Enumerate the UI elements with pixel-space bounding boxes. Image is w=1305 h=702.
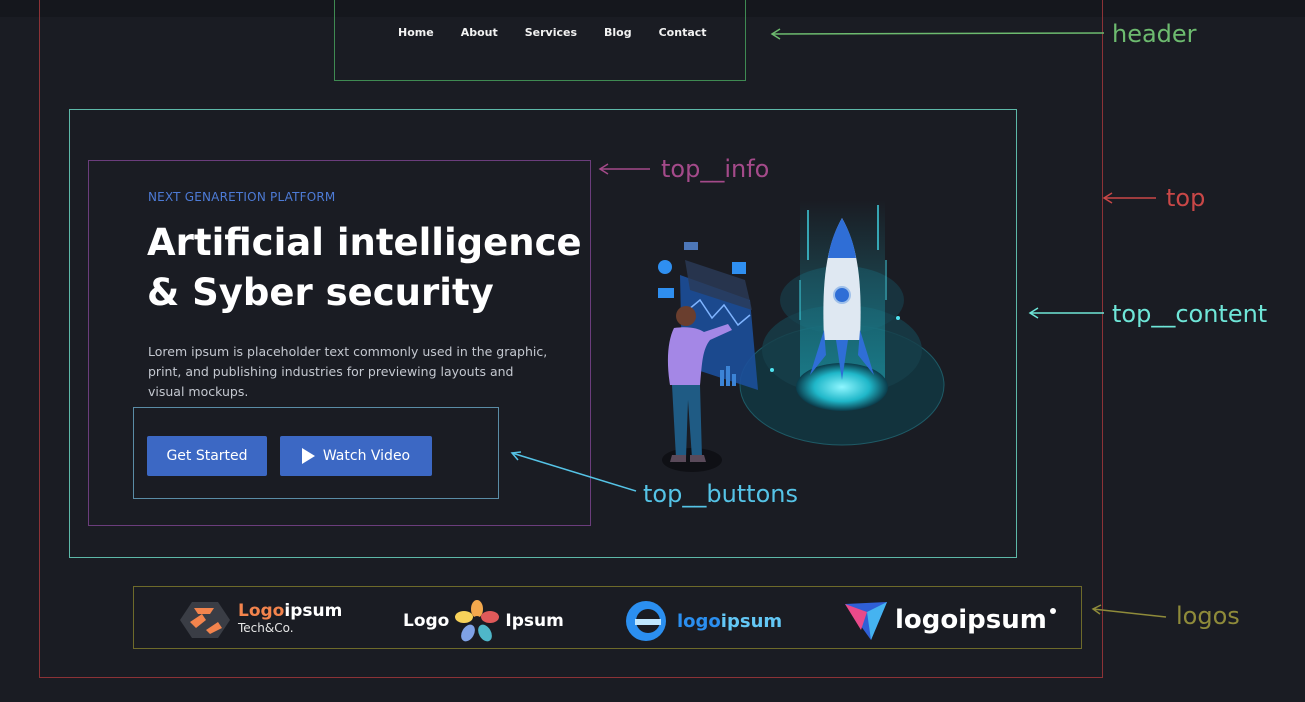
hero-eyebrow: NEXT GENARETION PLATFORM <box>148 190 336 204</box>
get-started-label: Get Started <box>166 448 248 464</box>
logo-1-text-a: Logo <box>238 601 285 621</box>
play-icon <box>301 448 315 464</box>
watch-video-label: Watch Video <box>322 448 411 464</box>
nav-home[interactable]: Home <box>398 26 434 39</box>
logo-2-flower-icon <box>455 600 500 642</box>
logo-1: Logoipsum Tech&Co. <box>180 600 342 640</box>
logo-1-text-b: ipsum <box>284 601 343 621</box>
hero-headline: Artificial intelligence & Syber security <box>147 218 587 318</box>
logo-4-text: logoipsum <box>895 605 1047 635</box>
logo-4: logoipsum <box>841 598 1056 642</box>
label-header: header <box>1112 20 1197 48</box>
label-top-info: top__info <box>661 155 770 183</box>
logo-3-text-a: logo <box>677 610 721 632</box>
logo-4-dot-icon <box>1049 608 1056 614</box>
top-strip <box>0 0 1305 17</box>
label-logos: logos <box>1176 602 1240 630</box>
label-top-buttons: top__buttons <box>643 480 798 508</box>
logo-2: Logo Ipsum <box>403 600 564 642</box>
logo-3-mark-icon <box>626 601 666 641</box>
logo-4-mark-icon <box>845 602 887 640</box>
logo-2-text-left: Logo <box>403 611 450 631</box>
nav-services[interactable]: Services <box>525 26 577 39</box>
header-nav: Home About Services Blog Contact <box>398 26 707 39</box>
hero-illustration <box>658 200 945 472</box>
nav-about[interactable]: About <box>461 26 498 39</box>
label-top-content: top__content <box>1112 300 1268 328</box>
get-started-button[interactable]: Get Started <box>147 436 267 476</box>
logo-2-text-right: Ipsum <box>505 611 564 631</box>
nav-contact[interactable]: Contact <box>659 26 707 39</box>
logo-1-sub: Tech&Co. <box>238 621 294 635</box>
headline-line-2: & Syber security <box>147 271 494 314</box>
headline-line-1: Artificial intelligence <box>147 221 582 264</box>
hero-description: Lorem ipsum is placeholder text commonly… <box>148 344 548 399</box>
logo-1-mark-icon <box>180 602 230 638</box>
label-top: top <box>1166 184 1206 212</box>
watch-video-button[interactable]: Watch Video <box>280 436 432 476</box>
nav-blog[interactable]: Blog <box>604 26 632 39</box>
logo-3-text-b: ipsum <box>720 610 783 632</box>
logos-arrow <box>1092 608 1167 618</box>
header-arrow <box>771 32 1105 35</box>
logo-3: logoipsum <box>623 600 782 642</box>
top-buttons-arrow <box>511 452 637 492</box>
